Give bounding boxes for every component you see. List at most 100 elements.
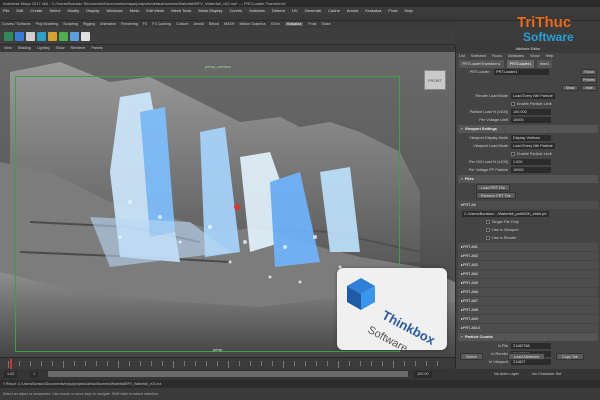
shelf-tab-frost[interactable]: Frost (308, 22, 316, 26)
viewport-menu-show[interactable]: Show (56, 46, 65, 50)
prt-section-header[interactable]: ▸PRT-All6 (458, 288, 598, 296)
prt-section-header[interactable]: ▸PRT-All8 (458, 306, 598, 314)
viewport-menu-panels[interactable]: Panels (92, 46, 103, 50)
attribute-field[interactable]: 10000 (511, 167, 551, 173)
current-frame-field[interactable]: 1 (30, 371, 39, 378)
menu-display[interactable]: Display (86, 8, 99, 13)
particle-counts-section[interactable]: ▾ Particle Counts (458, 333, 598, 341)
node-tab[interactable]: PRTLoader1 (506, 60, 535, 68)
range-handle[interactable] (48, 371, 408, 377)
shelf-tab-curves-surfaces[interactable]: Curves / Surfaces (2, 22, 31, 26)
menu-select[interactable]: Select (49, 8, 60, 13)
hide-button[interactable]: Hide (581, 85, 597, 91)
range-slider[interactable]: 1.00 1 120.00 No Anim Layer No Character… (0, 369, 600, 380)
prt-section-header[interactable]: ▸PRT-All10 (458, 324, 598, 332)
menu-modify[interactable]: Modify (68, 8, 80, 13)
files-section[interactable]: ▾ Files (458, 175, 598, 183)
checkbox[interactable] (486, 228, 490, 232)
ae-menu-attributes[interactable]: Attributes (508, 54, 524, 58)
shelf-tab-bifrost[interactable]: Bifrost (209, 22, 219, 26)
shelf-tab-custom[interactable]: Custom (176, 22, 188, 26)
node-tab[interactable]: time1 (537, 60, 553, 68)
ae-menu-list[interactable]: List (459, 54, 465, 58)
shelf-tab-fx[interactable]: FX (143, 22, 148, 26)
shelf-tab-krakatoa[interactable]: Krakatoa (284, 22, 304, 26)
shelf-tool-icon[interactable] (37, 32, 46, 41)
prt-section-header[interactable]: ▸PRT-All2 (458, 252, 598, 260)
viewport-settings-section[interactable]: ▾ Viewport Settings (458, 125, 598, 133)
shelf-tab-fx-caching[interactable]: FX Caching (152, 22, 171, 26)
checkbox[interactable] (486, 220, 490, 224)
menu-arnold[interactable]: Arnold (347, 8, 359, 13)
menu-edit-mesh[interactable]: Edit Mesh (146, 8, 164, 13)
node-tab[interactable]: PRTLoaderTransform1 (459, 60, 504, 68)
menu-krakatoa[interactable]: Krakatoa (365, 8, 381, 13)
shelf-tool-icon[interactable] (4, 32, 13, 41)
load-attributes-button[interactable]: Load Attributes (508, 353, 546, 360)
menu-cache[interactable]: Cache (328, 8, 340, 13)
shelf-tab-animation[interactable]: Animation (100, 22, 116, 26)
time-slider[interactable] (0, 357, 455, 369)
shelf-tool-icon[interactable] (81, 32, 90, 41)
shelf-tab-xgen[interactable]: XGen (271, 22, 280, 26)
menu-mesh-tools[interactable]: Mesh Tools (171, 8, 191, 13)
command-line[interactable]: // Result: C:/Users/Borislav/Documents/m… (0, 380, 600, 388)
menu-mesh-display[interactable]: Mesh Display (198, 8, 222, 13)
ae-menu-help[interactable]: Help (546, 54, 554, 58)
ae-menu-show[interactable]: Show (530, 54, 540, 58)
range-start-field[interactable]: 1.00 (4, 371, 18, 378)
prt-section-header[interactable]: ▾PRT-All (458, 201, 598, 209)
menu-file[interactable]: File (3, 8, 9, 13)
character-set-select[interactable]: No Character Set (532, 371, 561, 378)
shelf-tool-icon[interactable] (15, 32, 24, 41)
menu-curves[interactable]: Curves (229, 8, 242, 13)
range-end-field[interactable]: 120.00 (414, 371, 432, 378)
viewport-menu-lighting[interactable]: Lighting (37, 46, 50, 50)
shelf-tool-icon[interactable] (48, 32, 57, 41)
shelf-tab-motion-graphics[interactable]: Motion Graphics (239, 22, 265, 26)
viewcube-icon[interactable]: FRONT (424, 70, 446, 90)
menu-uv[interactable]: UV (292, 8, 298, 13)
menu-help[interactable]: Help (405, 8, 413, 13)
prt-section-header[interactable]: ▸PRT-All3 (458, 261, 598, 269)
remove-prt-file-button[interactable]: Remove PRT File (476, 192, 516, 199)
menu-surfaces[interactable]: Surfaces (249, 8, 265, 13)
prt-section-header[interactable]: ▸PRT-All7 (458, 297, 598, 305)
prt-section-header[interactable]: ▸PRT-All9 (458, 315, 598, 323)
attribute-field[interactable]: Display Vertices (511, 135, 551, 141)
shelf-tool-icon[interactable] (26, 32, 35, 41)
shelf-tab-stoke[interactable]: Stoke (321, 22, 330, 26)
menu-create[interactable]: Create (30, 8, 42, 13)
viewport-menu-shading[interactable]: Shading (18, 46, 31, 50)
prt-section-header[interactable]: ▸PRT-All5 (458, 279, 598, 287)
checkbox[interactable] (486, 236, 490, 240)
prt-section-header[interactable]: ▸PRT-All1 (458, 243, 598, 251)
checkbox[interactable] (511, 102, 515, 106)
shelf-tab-mash[interactable]: MASH (224, 22, 234, 26)
menu-deform[interactable]: Deform (272, 8, 285, 13)
shelf-tab-rigging[interactable]: Rigging (83, 22, 95, 26)
shelf-tab-sculpting[interactable]: Sculpting (63, 22, 78, 26)
menu-windows[interactable]: Windows (106, 8, 122, 13)
ae-menu-selected[interactable]: Selected (471, 54, 486, 58)
menu-frost[interactable]: Frost (388, 8, 397, 13)
show-button[interactable]: Show (562, 85, 578, 91)
attribute-field[interactable]: 1.000 (511, 159, 551, 165)
shelf-tool-icon[interactable] (70, 32, 79, 41)
shelf-tab-rendering[interactable]: Rendering (121, 22, 138, 26)
attribute-field[interactable]: Load Every Nth Particle (511, 143, 555, 149)
playhead[interactable] (10, 359, 12, 369)
attribute-field[interactable]: Load Every Nth Particle (511, 93, 555, 99)
prt-section-header[interactable]: ▸PRT-All4 (458, 270, 598, 278)
focus-button[interactable]: Focus (581, 69, 597, 75)
shelf-tab-arnold[interactable]: Arnold (193, 22, 203, 26)
menu-generate[interactable]: Generate (305, 8, 322, 13)
shelf-tab-poly-modeling[interactable]: Poly Modeling (36, 22, 59, 26)
attribute-field[interactable]: 10000 (511, 117, 551, 123)
viewport-menu-renderer[interactable]: Renderer (71, 46, 86, 50)
node-name-field[interactable]: PRTLoader1 (494, 69, 550, 75)
viewport-menu-view[interactable]: View (4, 46, 12, 50)
ae-menu-focus[interactable]: Focus (492, 54, 502, 58)
anim-layer-select[interactable]: No Anim Layer (494, 371, 519, 378)
attribute-field[interactable]: 100.000 (511, 109, 551, 115)
